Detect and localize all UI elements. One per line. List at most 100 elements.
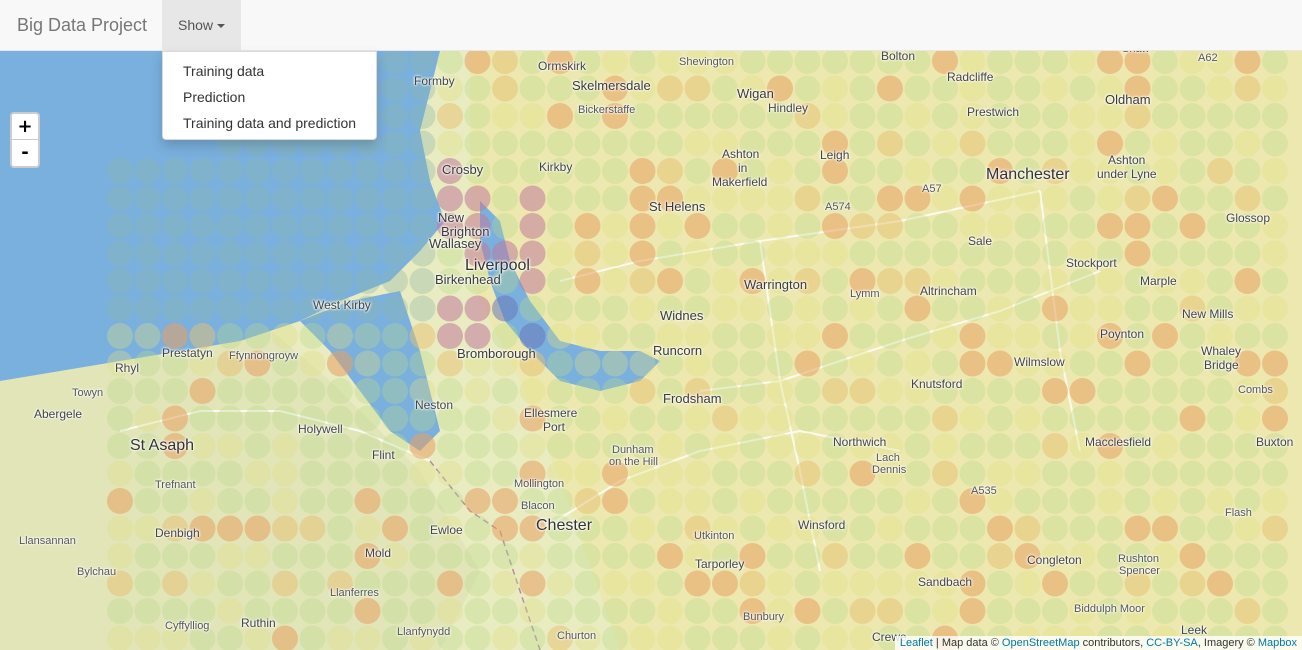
menu-item-training-and-prediction[interactable]: Training data and prediction	[163, 110, 376, 136]
mapbox-link[interactable]: Mapbox	[1258, 637, 1297, 649]
prediction-circle	[574, 543, 601, 569]
license-link[interactable]: CC-BY-SA	[1146, 637, 1198, 649]
prediction-circle	[464, 103, 491, 129]
prediction-circle	[657, 75, 683, 102]
place-label: Poynton	[1100, 327, 1145, 341]
prediction-circle	[712, 625, 738, 650]
prediction-circle	[244, 433, 271, 459]
prediction-circle	[189, 240, 216, 267]
prediction-circle	[1014, 488, 1041, 514]
leaflet-link[interactable]: Leaflet	[900, 637, 933, 649]
prediction-circle	[272, 213, 298, 239]
prediction-circle	[162, 378, 188, 404]
prediction-circle	[1179, 213, 1206, 239]
place-label: Lymm	[850, 288, 880, 300]
prediction-circle	[1014, 213, 1041, 239]
prediction-circle	[1042, 213, 1068, 239]
prediction-circle	[1262, 51, 1288, 74]
prediction-circle	[1262, 543, 1288, 569]
prediction-circle	[574, 213, 601, 239]
prediction-circle	[629, 625, 656, 650]
menu-item-prediction[interactable]: Prediction	[163, 84, 376, 110]
prediction-circle	[904, 295, 931, 322]
prediction-circle	[1097, 51, 1123, 74]
prediction-circle	[437, 103, 463, 129]
prediction-circle	[134, 405, 161, 432]
prediction-circle	[1042, 295, 1068, 322]
prediction-circle	[492, 158, 518, 184]
osm-link[interactable]: OpenStreetMap	[1002, 637, 1080, 649]
prediction-circle	[1262, 185, 1288, 212]
prediction-circle	[1262, 268, 1288, 294]
place-label: Ashton	[1108, 153, 1146, 167]
prediction-circle	[684, 103, 711, 129]
prediction-circle	[547, 240, 573, 267]
prediction-circle	[767, 625, 793, 650]
prediction-circle	[657, 488, 683, 514]
prediction-circle	[327, 543, 353, 569]
place-label: Shaw	[1122, 51, 1150, 55]
place-label: Mollington	[514, 478, 565, 490]
prediction-circle	[877, 350, 903, 377]
prediction-circle	[519, 103, 546, 129]
prediction-circle	[739, 295, 766, 322]
zoom-in-button[interactable]: +	[12, 114, 38, 140]
prediction-circle	[464, 185, 491, 212]
prediction-circle	[877, 213, 903, 239]
place-label: Altrincham	[920, 284, 977, 298]
place-label: Bunbury	[743, 611, 784, 623]
place-label: A574	[825, 201, 851, 213]
prediction-circle	[684, 405, 711, 432]
prediction-circle	[1179, 433, 1206, 459]
place-label: Llansannan	[19, 535, 76, 547]
prediction-circle	[244, 378, 271, 404]
prediction-circle	[492, 625, 518, 650]
prediction-circle	[822, 240, 848, 267]
prediction-circle	[574, 570, 601, 597]
prediction-circle	[1014, 268, 1041, 294]
prediction-circle	[1179, 570, 1206, 597]
map[interactable]: Bolton Shaw Formby Ormskirk Shevington Radcli…	[0, 51, 1302, 650]
prediction-circle	[684, 433, 711, 459]
brand-title[interactable]: Big Data Project	[17, 0, 147, 51]
prediction-circle	[1014, 130, 1041, 157]
prediction-circle	[1234, 268, 1261, 294]
show-dropdown-toggle[interactable]: Show	[162, 0, 241, 51]
place-label: Denbigh	[155, 526, 200, 540]
prediction-circle	[712, 268, 738, 294]
prediction-circle	[327, 433, 353, 459]
prediction-circle	[877, 240, 903, 267]
prediction-circle	[1152, 103, 1178, 129]
prediction-circle	[904, 240, 931, 267]
prediction-circle	[547, 323, 573, 349]
prediction-circle	[1069, 295, 1096, 322]
menu-item-training-data[interactable]: Training data	[163, 58, 376, 84]
prediction-circle	[107, 158, 133, 184]
prediction-circle	[272, 323, 298, 349]
place-label: Utkinton	[694, 530, 735, 542]
prediction-circle	[382, 460, 408, 487]
prediction-circle	[382, 378, 408, 404]
prediction-circle	[107, 625, 133, 650]
prediction-circle	[629, 350, 656, 377]
prediction-circle	[1262, 515, 1288, 542]
prediction-circle	[492, 185, 518, 212]
place-label: Blacon	[521, 500, 555, 512]
prediction-circle	[657, 598, 683, 624]
prediction-circle	[849, 213, 876, 239]
prediction-circle	[244, 213, 271, 239]
prediction-circle	[1042, 515, 1068, 542]
prediction-circle	[822, 51, 848, 74]
prediction-circle	[217, 158, 243, 184]
zoom-out-button[interactable]: -	[12, 140, 38, 166]
prediction-circle	[382, 75, 408, 102]
prediction-circle	[1069, 103, 1096, 129]
prediction-circle	[849, 570, 876, 597]
prediction-circle	[437, 130, 463, 157]
prediction-circle	[1262, 570, 1288, 597]
prediction-circle	[1179, 75, 1206, 102]
place-label: Flash	[1225, 507, 1252, 519]
prediction-circle	[327, 213, 353, 239]
prediction-circle	[354, 405, 381, 432]
prediction-circle	[437, 185, 463, 212]
